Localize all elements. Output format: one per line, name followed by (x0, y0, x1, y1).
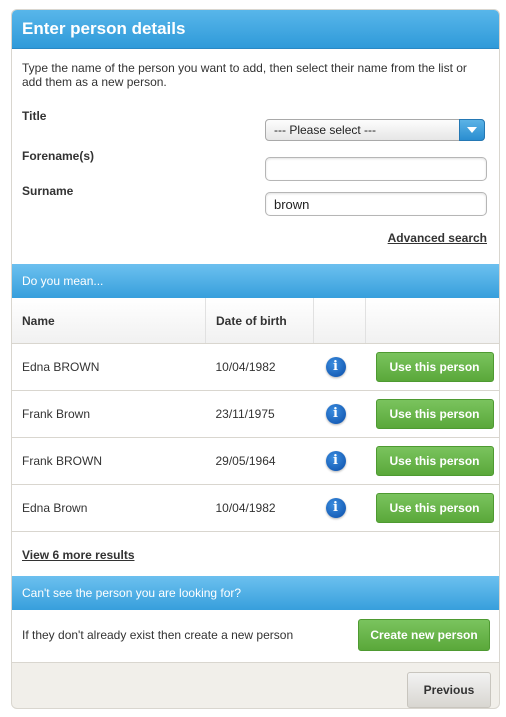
chevron-down-icon[interactable] (459, 119, 485, 141)
person-dob: 10/04/1982 (205, 484, 314, 532)
person-name: Edna Brown (12, 484, 206, 532)
info-icon[interactable]: i (325, 357, 346, 377)
person-dob: 29/05/1964 (205, 437, 314, 485)
use-this-person-button[interactable]: Use this person (375, 493, 494, 523)
person-name: Frank BROWN (12, 437, 206, 485)
panel-footer: Previous (12, 663, 499, 708)
person-dob: 23/11/1975 (205, 390, 314, 438)
table-row: Frank BROWN 29/05/1964 i Use this person (12, 437, 499, 485)
create-person-row: If they don't already exist then create … (12, 610, 499, 663)
surname-field[interactable] (265, 192, 487, 216)
title-select-value: --- Please select --- (274, 123, 377, 137)
create-person-text: If they don't already exist then create … (22, 628, 294, 642)
forename-field[interactable] (265, 157, 487, 181)
surname-label: Surname (22, 184, 74, 198)
column-header-action (365, 298, 499, 344)
forename-label: Forename(s) (22, 149, 95, 163)
info-icon[interactable]: i (325, 498, 346, 518)
person-name: Frank Brown (12, 390, 206, 438)
info-icon[interactable]: i (325, 451, 346, 471)
info-icon[interactable]: i (325, 404, 346, 424)
use-this-person-button[interactable]: Use this person (375, 446, 494, 476)
person-details-panel: Enter person details Type the name of th… (11, 9, 500, 709)
person-name: Edna BROWN (12, 343, 206, 391)
view-more-results-link[interactable]: View 6 more results (22, 548, 135, 562)
advanced-search-link[interactable]: Advanced search (388, 231, 487, 245)
previous-button[interactable]: Previous (407, 672, 491, 708)
panel-title: Enter person details (12, 10, 499, 49)
table-row: Frank Brown 23/11/1975 i Use this person (12, 390, 499, 438)
suggestions-table: Name Date of birth Edna BROWN 10/04/1982… (12, 298, 499, 532)
title-label: Title (22, 109, 47, 123)
person-dob: 10/04/1982 (205, 343, 314, 391)
search-form: Type the name of the person you want to … (12, 49, 499, 264)
create-heading: Can't see the person you are looking for… (12, 576, 499, 610)
intro-text: Type the name of the person you want to … (22, 61, 467, 89)
table-row: Edna Brown 10/04/1982 i Use this person (12, 484, 499, 532)
use-this-person-button[interactable]: Use this person (375, 399, 494, 429)
use-this-person-button[interactable]: Use this person (375, 352, 494, 382)
title-select[interactable]: --- Please select --- (265, 119, 485, 141)
column-header-dob: Date of birth (205, 298, 314, 344)
table-row: Edna BROWN 10/04/1982 i Use this person (12, 343, 499, 391)
suggestions-heading: Do you mean... (12, 264, 499, 298)
column-header-name: Name (12, 298, 206, 344)
more-results-row: View 6 more results (12, 532, 499, 576)
column-header-info (313, 298, 366, 344)
create-new-person-button[interactable]: Create new person (358, 619, 490, 651)
table-header-row: Name Date of birth (12, 298, 499, 344)
